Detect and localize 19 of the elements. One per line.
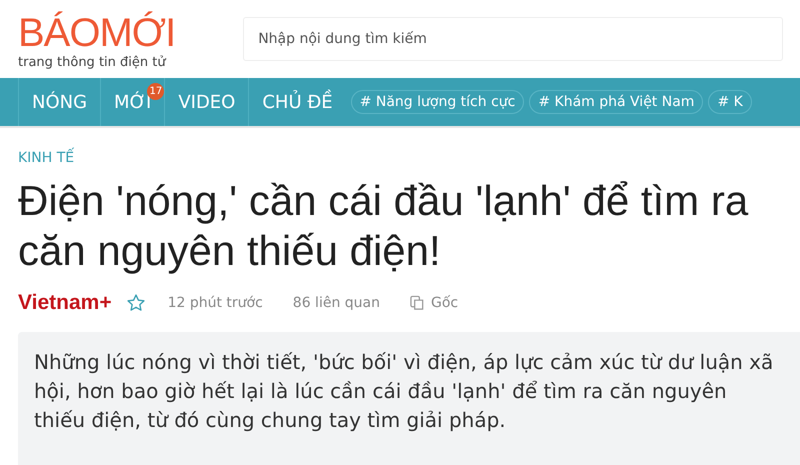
nav-item[interactable]: NÓNG (18, 78, 100, 126)
topic-tag[interactable]: # Khám phá Việt Nam (529, 90, 704, 114)
topic-tag[interactable]: # K (708, 90, 752, 114)
tagline: trang thông tin điện tử (18, 54, 168, 70)
article-summary: Những lúc nóng vì thời tiết, 'bức bối' vì điện, áp lực cảm xúc từ dư luận xã hội, hơn bao giờ hết lại là lúc cần cái đầu 'lạnh' để tìm ra căn nguyên thiếu điện, từ đó cùng chung tay tìm giải pháp. (18, 332, 800, 465)
article-title: Điện 'nóng,' cần cái đầu 'lạnh' để tìm ra căn nguyên thiếu điện! (18, 176, 750, 276)
nav-item[interactable]: VIDEO (164, 78, 248, 126)
source-logo[interactable]: Vietnam+ (18, 291, 112, 315)
copy-icon[interactable] (410, 295, 425, 311)
nav-item[interactable]: CHỦ ĐỀ (248, 78, 346, 126)
star-icon[interactable] (126, 293, 146, 313)
post-time: 12 phút trước (168, 295, 263, 311)
logo[interactable]: BÁOMỚI (18, 12, 176, 52)
original-link[interactable]: Gốc (431, 295, 458, 311)
nav-item[interactable]: MỚI$^{17}$ (100, 78, 164, 126)
category-link[interactable]: KINH TẾ (18, 150, 782, 166)
search-field[interactable]: Nhập nội dung tìm kiếm (243, 17, 784, 61)
related-count[interactable]: 86 liên quan (292, 295, 380, 311)
topic-tag[interactable]: # Năng lượng tích cực (350, 90, 524, 114)
